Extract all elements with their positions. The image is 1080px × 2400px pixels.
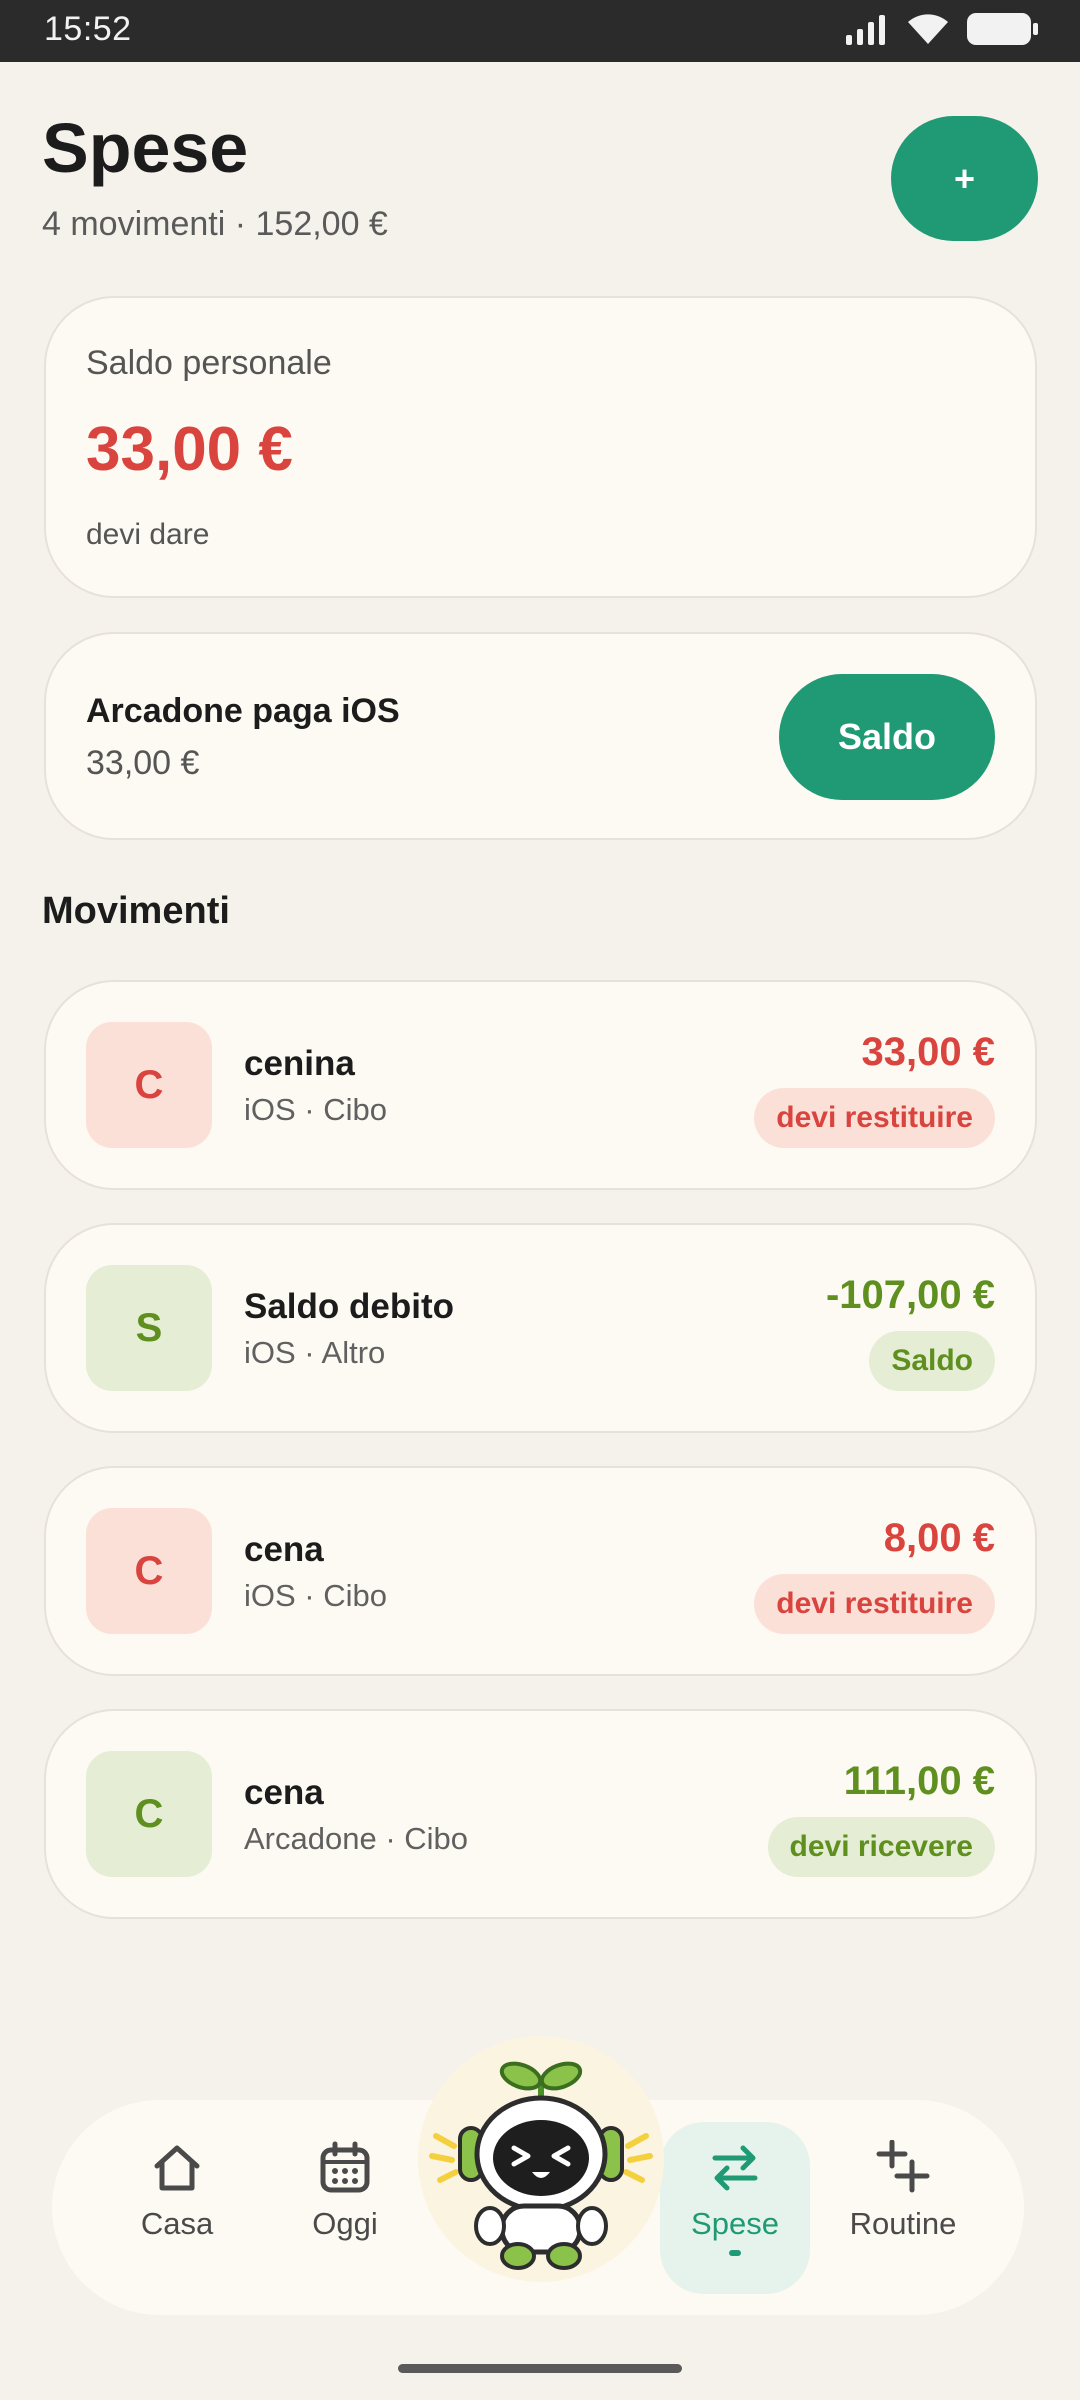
transaction-badge: devi ricevere: [767, 1817, 995, 1877]
calendar-icon: [320, 2141, 370, 2193]
balance-note: devi dare: [86, 518, 210, 551]
transaction-amount: 111,00 €: [843, 1759, 995, 1803]
nav-label: Spese: [691, 2206, 779, 2241]
wifi-icon: [908, 14, 948, 44]
signal-icon: [846, 15, 885, 45]
movements-title: Movimenti: [42, 890, 230, 932]
nav-item-oggi[interactable]: Oggi: [270, 2140, 420, 2290]
nav-label: Casa: [140, 2206, 214, 2241]
transaction-row[interactable]: C cenina iOS · Cibo 33,00 € devi restitu…: [44, 980, 1037, 1190]
nav-item-routine[interactable]: Routine: [828, 2140, 978, 2290]
page-title: Spese: [42, 109, 249, 187]
page-subtitle: 4 movimenti · 152,00 €: [42, 205, 388, 243]
home-icon: [154, 2145, 200, 2191]
nav-item-casa[interactable]: Casa: [102, 2140, 252, 2290]
mascot-button[interactable]: [418, 2036, 664, 2282]
nav-label: Routine: [849, 2206, 957, 2241]
nav-label: Oggi: [312, 2206, 378, 2241]
settlement-amount: 33,00 €: [86, 744, 200, 782]
transaction-badge: Saldo: [869, 1331, 995, 1391]
transaction-meta: Arcadone · Cibo: [244, 1821, 469, 1856]
add-expense-button[interactable]: +: [891, 116, 1038, 241]
home-indicator: [398, 2364, 682, 2373]
transaction-title: cenina: [244, 1044, 355, 1083]
status-bar: 15:52: [0, 0, 1080, 62]
transaction-amount: -107,00 €: [825, 1273, 995, 1317]
transaction-meta: iOS · Cibo: [244, 1578, 387, 1613]
status-time: 15:52: [44, 10, 132, 48]
balance-amount: 33,00 €: [86, 415, 293, 484]
settle-button[interactable]: Saldo: [779, 674, 995, 800]
transaction-amount: 33,00 €: [861, 1030, 995, 1074]
balance-label: Saldo personale: [86, 344, 332, 382]
balance-card: Saldo personale 33,00 € devi dare: [44, 296, 1037, 598]
transaction-title: Saldo debito: [244, 1287, 454, 1326]
transaction-badge: devi restituire: [754, 1574, 995, 1634]
active-indicator: [729, 2250, 741, 2256]
transaction-title: cena: [244, 1530, 324, 1569]
settlement-title: Arcadone paga iOS: [86, 692, 400, 730]
nav-item-spese[interactable]: Spese: [660, 2122, 810, 2294]
add-list-icon: [876, 2140, 930, 2193]
status-icons: [844, 12, 1040, 46]
transaction-meta: iOS · Cibo: [244, 1092, 387, 1127]
transaction-avatar: C: [86, 1751, 212, 1877]
transaction-title: cena: [244, 1773, 324, 1812]
transaction-row[interactable]: C cena iOS · Cibo 8,00 € devi restituire: [44, 1466, 1037, 1676]
transaction-row[interactable]: C cena Arcadone · Cibo 111,00 € devi ric…: [44, 1709, 1037, 1919]
transaction-badge: devi restituire: [754, 1088, 995, 1148]
transaction-avatar: C: [86, 1508, 212, 1634]
settlement-card: Arcadone paga iOS 33,00 € Saldo: [44, 632, 1037, 840]
swap-arrows-icon: [712, 2145, 758, 2191]
sprout-robot-mascot-icon: [429, 2061, 653, 2270]
transaction-avatar: C: [86, 1022, 212, 1148]
transaction-meta: iOS · Altro: [244, 1335, 386, 1370]
transaction-avatar: S: [86, 1265, 212, 1391]
battery-icon: [967, 13, 1038, 45]
transaction-row[interactable]: S Saldo debito iOS · Altro -107,00 € Sal…: [44, 1223, 1037, 1433]
transaction-amount: 8,00 €: [883, 1516, 995, 1560]
